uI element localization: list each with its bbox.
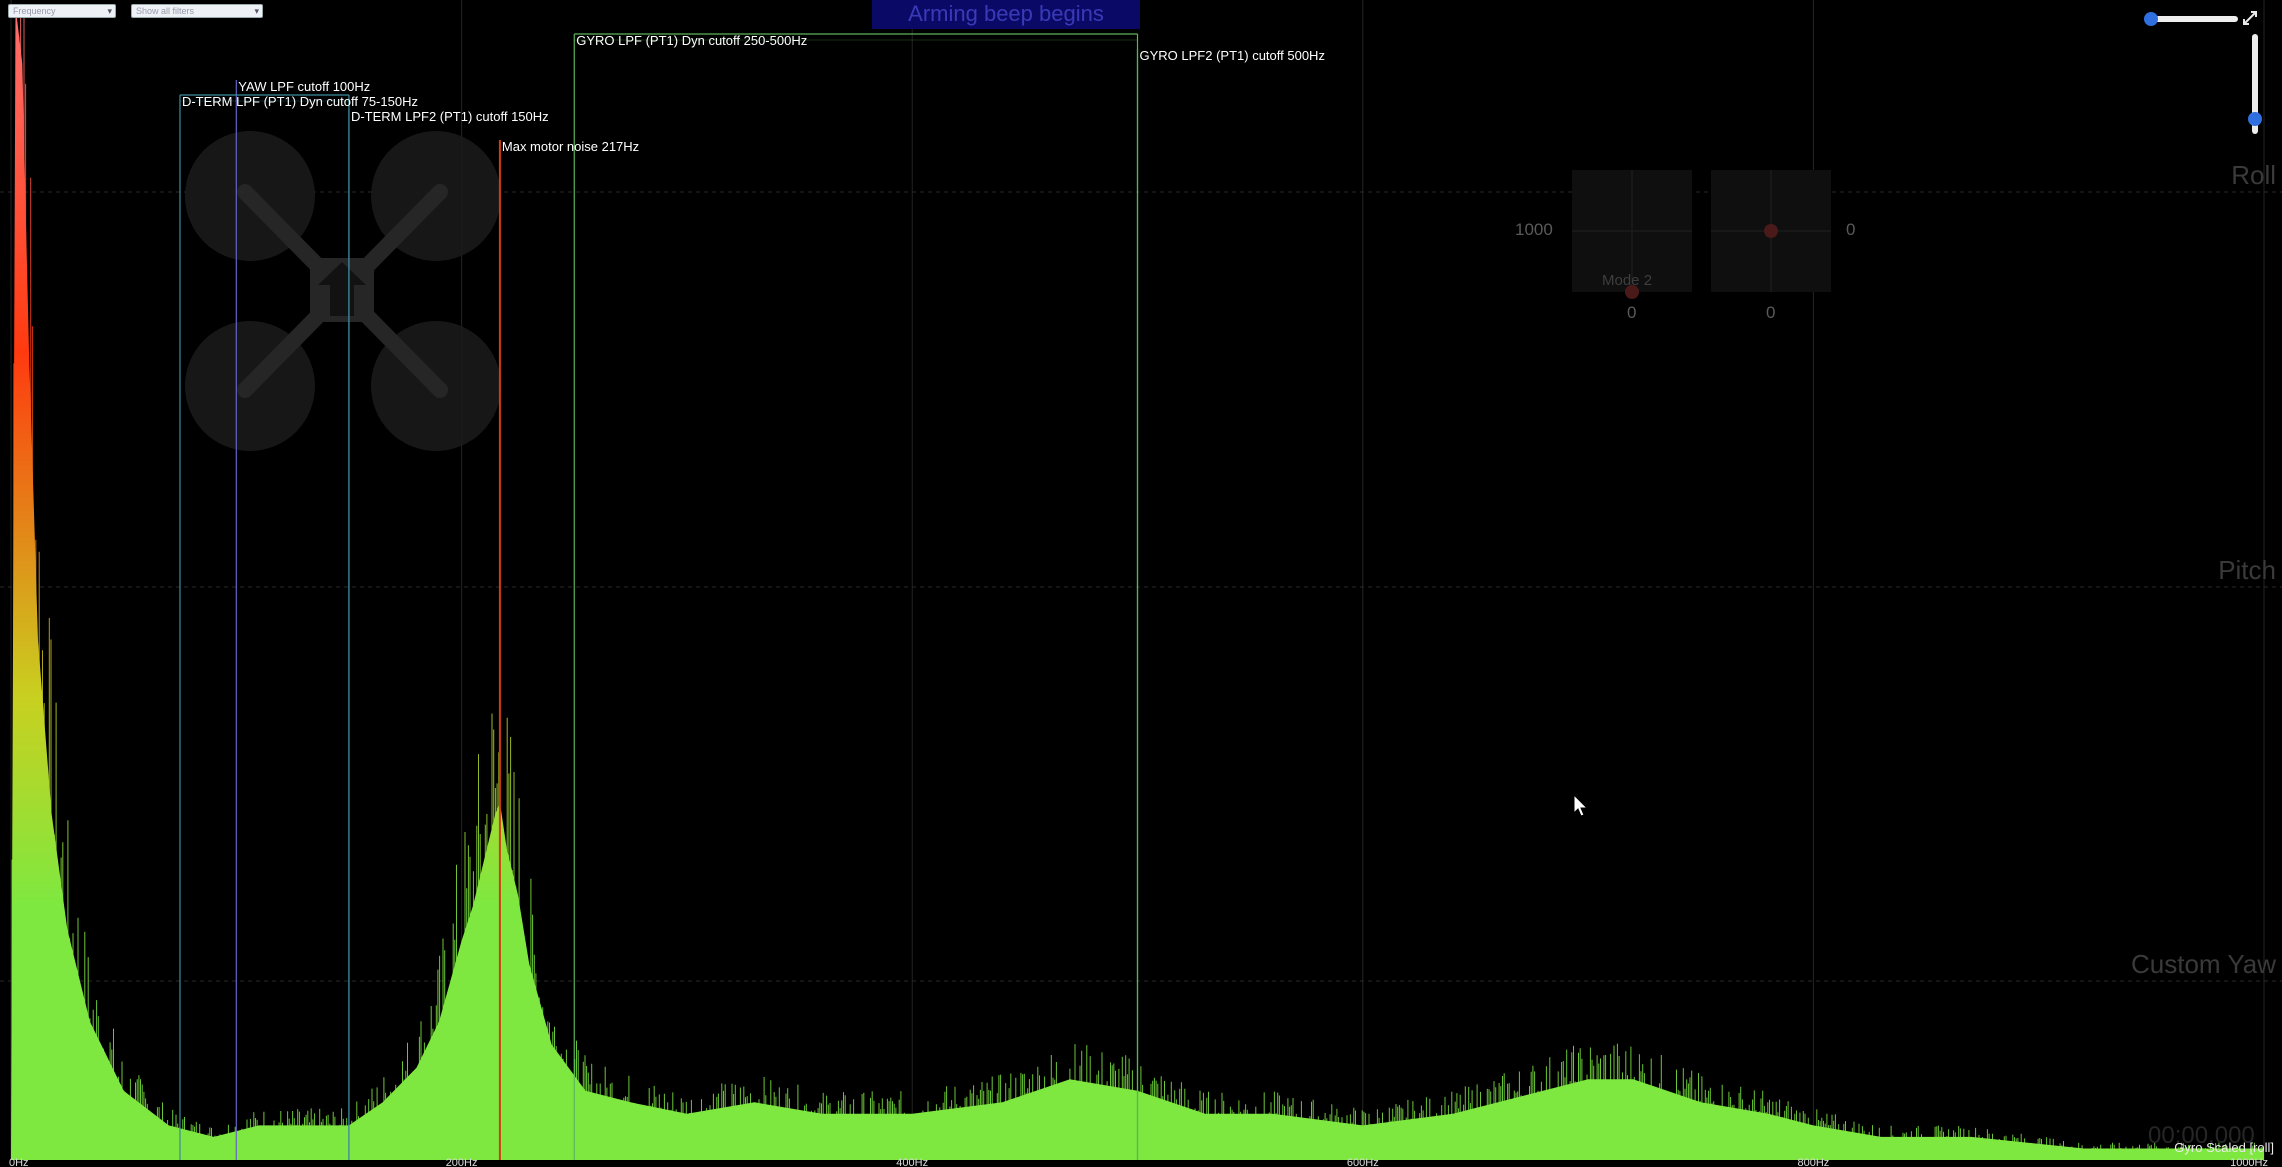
stick-value-left-top: 1000 — [1515, 220, 1553, 239]
filter-label: Max motor noise 217Hz — [501, 139, 640, 154]
yaw-axis-label: Custom Yaw — [2131, 949, 2276, 979]
zoom-x-slider[interactable] — [2144, 12, 2238, 26]
filter-label: GYRO LPF (PT1) Dyn cutoff 250-500Hz — [576, 33, 808, 48]
spectrum-panel[interactable]: 0Hz 200Hz 400Hz 600Hz 800Hz 1000Hz Frequency … — [0, 0, 2282, 1167]
spectrum-type-select[interactable]: Frequency ▾ — [8, 4, 116, 18]
event-banner: Arming beep begins — [872, 0, 1140, 29]
stick-value-left-bottom: 0 — [1627, 303, 1637, 322]
expand-icon[interactable] — [2242, 10, 2258, 26]
chevron-down-icon: ▾ — [254, 6, 259, 16]
filter-label: YAW LPF cutoff 100Hz — [238, 79, 371, 94]
x-tick-label: 400Hz — [896, 1157, 928, 1167]
x-tick-label: 600Hz — [1347, 1157, 1379, 1167]
cursor-icon — [1573, 793, 1589, 817]
filter-display-value: Show all filters — [136, 6, 195, 16]
zoom-y-slider[interactable] — [2248, 34, 2262, 134]
stick-mode-label: Mode 2 — [1602, 272, 1653, 289]
stick-value-right-bottom: 0 — [1766, 303, 1776, 322]
spectrum-type-value: Frequency — [13, 6, 56, 16]
filter-display-select[interactable]: Show all filters ▾ — [131, 4, 263, 18]
chevron-down-icon: ▾ — [107, 6, 112, 16]
x-tick-label: 1000Hz — [2230, 1157, 2268, 1167]
filter-label: D-TERM LPF2 (PT1) cutoff 150Hz — [350, 109, 549, 124]
right-stick-dot — [1764, 224, 1778, 238]
graph-name: Gyro Scaled [roll] — [2174, 1140, 2274, 1155]
frequency-spectrum-chart[interactable]: 0Hz 200Hz 400Hz 600Hz 800Hz 1000Hz — [0, 0, 2282, 1167]
roll-axis-label: Roll — [2231, 160, 2276, 190]
quadcopter-icon — [185, 131, 501, 451]
filter-markers — [179, 33, 1139, 1160]
x-tick-label: 0Hz — [9, 1157, 29, 1167]
filter-label: D-TERM LPF (PT1) Dyn cutoff 75-150Hz — [181, 94, 418, 109]
stick-value-right-top: 0 — [1846, 220, 1856, 239]
x-tick-label: 200Hz — [446, 1157, 478, 1167]
pitch-axis-label: Pitch — [2218, 555, 2276, 585]
x-tick-label: 800Hz — [1798, 1157, 1830, 1167]
zoom-x-knob[interactable] — [2144, 12, 2158, 26]
zoom-y-knob[interactable] — [2248, 112, 2262, 126]
filter-label: GYRO LPF2 (PT1) cutoff 500Hz — [1139, 48, 1325, 63]
